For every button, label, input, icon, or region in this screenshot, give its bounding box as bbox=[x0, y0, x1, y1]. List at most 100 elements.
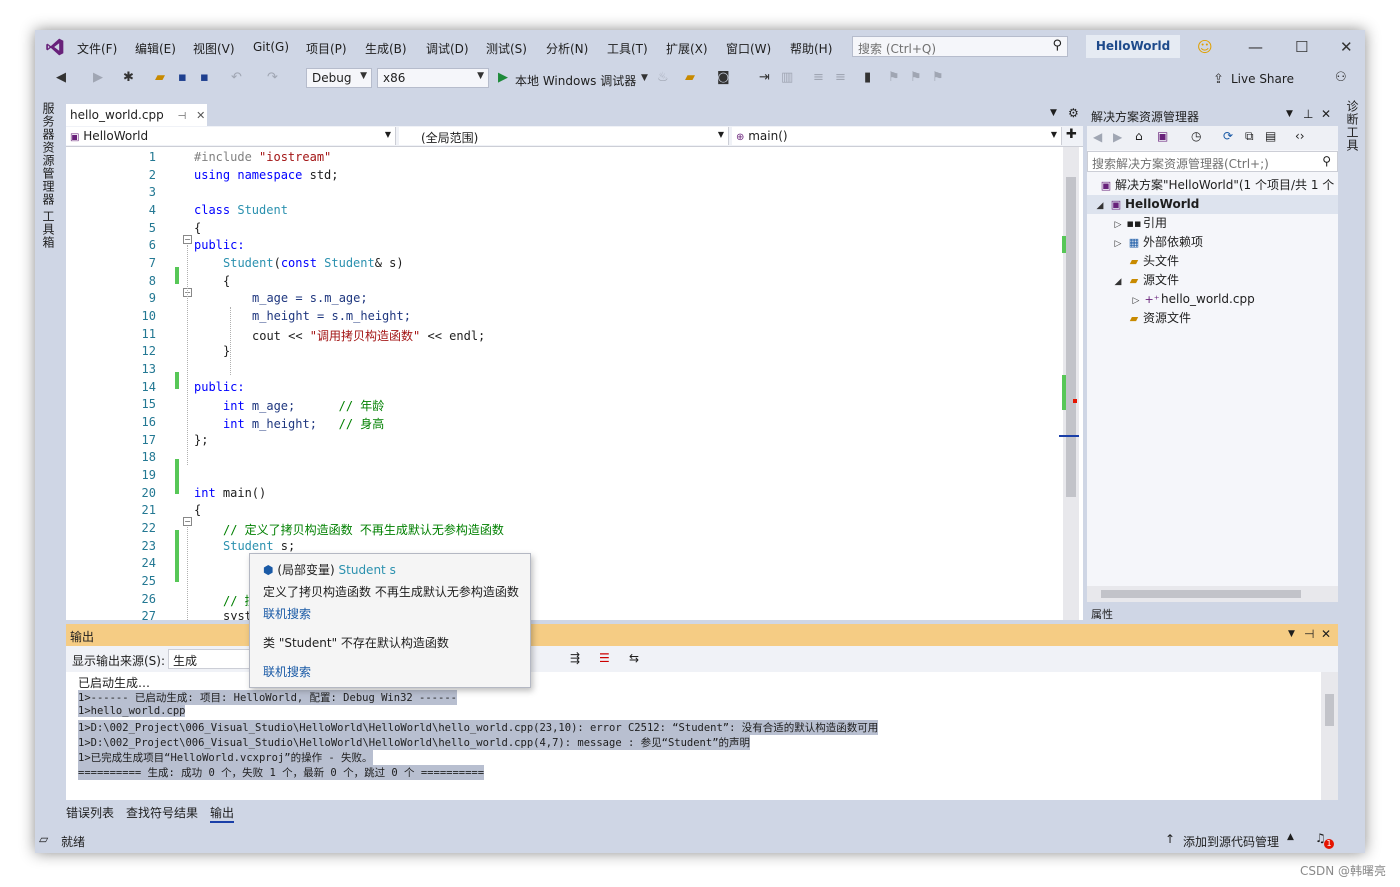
close-icon[interactable]: ✕ bbox=[1321, 107, 1331, 121]
open-file-icon[interactable]: ▰ bbox=[155, 70, 165, 85]
menu-window[interactable]: 窗口(W) bbox=[726, 40, 771, 57]
comment-icon[interactable]: ≡ bbox=[813, 70, 824, 85]
chevron-down-icon[interactable]: ▼ bbox=[1286, 109, 1293, 119]
close-button[interactable]: ✕ bbox=[1340, 38, 1353, 56]
collapse-all-icon[interactable]: ⧉ bbox=[1245, 129, 1254, 144]
tab-find-symbol[interactable]: 查找符号结果 bbox=[126, 804, 198, 821]
editor-scrollbar[interactable] bbox=[1059, 147, 1079, 620]
tree-resources[interactable]: ▰ 资源文件 bbox=[1125, 309, 1191, 328]
forward-icon[interactable]: ▶ bbox=[93, 70, 103, 85]
account-icon[interactable]: ⚇ bbox=[1335, 70, 1347, 85]
save-all-icon[interactable]: ▪ bbox=[200, 70, 209, 85]
menu-tools[interactable]: 工具(T) bbox=[607, 40, 648, 57]
tab-output[interactable]: 输出 bbox=[210, 804, 235, 823]
diagnostic-tools-tab[interactable]: 诊断工具 bbox=[1344, 100, 1361, 152]
collapse-icon[interactable]: − bbox=[183, 235, 192, 244]
tree-external-deps[interactable]: ▷ ▦ 外部依赖项 bbox=[1111, 233, 1203, 252]
add-to-source-control-button[interactable]: 添加到源代码管理 bbox=[1183, 833, 1279, 850]
server-explorer-tab[interactable]: 服务器资源管理器 bbox=[40, 102, 57, 206]
redo-icon[interactable]: ↷ bbox=[267, 70, 278, 85]
chevron-up-icon[interactable]: ▲ bbox=[1287, 832, 1294, 842]
configuration-select[interactable]: Debug ▼ bbox=[306, 68, 372, 88]
pin-icon[interactable]: ⊣ bbox=[1304, 627, 1314, 641]
back-icon[interactable]: ◀ bbox=[1093, 130, 1102, 144]
start-debug-icon[interactable]: ▶ bbox=[498, 70, 508, 85]
chevron-down-icon[interactable]: ▼ bbox=[1050, 108, 1057, 118]
menu-analyze[interactable]: 分析(N) bbox=[546, 40, 588, 57]
toggle-wrap-icon[interactable]: ⇆ bbox=[629, 651, 639, 665]
show-all-files-icon[interactable]: ▤ bbox=[1265, 129, 1276, 143]
feedback-icon[interactable]: ☺ bbox=[1197, 38, 1213, 56]
menu-build[interactable]: 生成(B) bbox=[365, 40, 407, 57]
menu-edit[interactable]: 编辑(E) bbox=[135, 40, 176, 57]
tab-error-list[interactable]: 错误列表 bbox=[66, 804, 114, 821]
output-text[interactable]: 已启动生成… 1>------ 已启动生成: 项目: HelloWorld, 配… bbox=[66, 672, 1338, 800]
tree-headers[interactable]: ▰ 头文件 bbox=[1125, 252, 1179, 271]
toolbox-tab[interactable]: 工具箱 bbox=[40, 210, 57, 249]
prev-bookmark-icon[interactable]: ⚑ bbox=[888, 70, 900, 85]
nav-scope-select[interactable]: (全局范围) ▼ bbox=[399, 127, 729, 145]
tree-solution[interactable]: ▣ 解决方案"HelloWorld"(1 个项目/共 1 个 bbox=[1097, 176, 1335, 195]
pin-icon[interactable]: ⊣ bbox=[178, 111, 187, 122]
tree-project[interactable]: ◢ ▣ HelloWorld bbox=[1087, 195, 1338, 214]
solution-hscrollbar[interactable] bbox=[1087, 586, 1338, 602]
share-icon[interactable]: ⇪ bbox=[1213, 72, 1224, 87]
uncomment-icon[interactable]: ≡ bbox=[835, 70, 846, 85]
chevron-down-icon[interactable]: ▼ bbox=[641, 73, 648, 83]
output-scrollbar[interactable] bbox=[1321, 672, 1338, 800]
chevron-down-icon[interactable]: ▼ bbox=[1288, 629, 1295, 639]
menu-file[interactable]: 文件(F) bbox=[77, 40, 117, 57]
minimize-button[interactable]: — bbox=[1248, 38, 1263, 56]
tree-source-file[interactable]: ▷ +⁺hello_world.cpp bbox=[1129, 290, 1255, 309]
scrollbar-thumb[interactable] bbox=[1101, 590, 1301, 598]
scrollbar-thumb[interactable] bbox=[1066, 177, 1076, 497]
start-debugger-button[interactable]: 本地 Windows 调试器 bbox=[515, 72, 636, 89]
forward-icon[interactable]: ▶ bbox=[1113, 130, 1122, 144]
tree-references[interactable]: ▷ ▪▪ 引用 bbox=[1111, 214, 1167, 233]
screenshot-icon[interactable]: ◙ bbox=[717, 70, 730, 85]
bookmark-icon[interactable]: ▮ bbox=[864, 70, 871, 85]
code-view-icon[interactable]: ‹› bbox=[1295, 129, 1305, 143]
live-share-button[interactable]: Live Share bbox=[1231, 72, 1294, 86]
menu-git[interactable]: Git(G) bbox=[253, 40, 289, 54]
save-icon[interactable]: ▪ bbox=[178, 70, 187, 85]
clear-all-icon[interactable]: ☰ bbox=[599, 651, 610, 665]
switch-view-icon[interactable]: ▣ bbox=[1157, 129, 1168, 143]
word-wrap-icon[interactable]: ⇶ bbox=[570, 651, 580, 665]
close-icon[interactable]: ✕ bbox=[1321, 627, 1331, 641]
menu-test[interactable]: 测试(S) bbox=[486, 40, 527, 57]
menu-view[interactable]: 视图(V) bbox=[193, 40, 235, 57]
nav-project-select[interactable]: ▣ HelloWorld ▼ bbox=[66, 127, 396, 145]
expanded-arrow-icon[interactable]: ◢ bbox=[1111, 273, 1125, 292]
search-input[interactable]: 搜索 (Ctrl+Q) ⚲ bbox=[852, 36, 1068, 57]
next-bookmark-icon[interactable]: ⚑ bbox=[910, 70, 922, 85]
platform-select[interactable]: x86 ▼ bbox=[377, 68, 489, 88]
collapsed-arrow-icon[interactable]: ▷ bbox=[1111, 235, 1125, 254]
maximize-button[interactable]: ☐ bbox=[1295, 38, 1308, 56]
back-icon[interactable]: ◀ bbox=[56, 70, 66, 85]
close-icon[interactable]: ✕ bbox=[196, 109, 205, 122]
menu-debug[interactable]: 调试(D) bbox=[426, 40, 469, 57]
nav-member-select[interactable]: ⊕ main() ▼ bbox=[732, 127, 1062, 145]
online-search-link[interactable]: 联机搜索 bbox=[263, 663, 311, 680]
scrollbar-thumb[interactable] bbox=[1325, 694, 1334, 726]
online-search-link[interactable]: 联机搜索 bbox=[263, 605, 311, 622]
solution-search-input[interactable]: 搜索解决方案资源管理器(Ctrl+;) ⚲ bbox=[1087, 151, 1338, 172]
tree-sources[interactable]: ◢ ▰ 源文件 bbox=[1111, 271, 1179, 290]
find-in-files-icon[interactable]: ▰ bbox=[685, 70, 695, 85]
refresh-icon[interactable]: ⟳ bbox=[1223, 129, 1233, 143]
home-icon[interactable]: ⌂ bbox=[1135, 129, 1143, 143]
undo-icon[interactable]: ↶ bbox=[231, 70, 242, 85]
gear-icon[interactable]: ⚙ bbox=[1068, 106, 1079, 120]
hot-reload-icon[interactable]: ♨ bbox=[657, 70, 669, 85]
new-project-icon[interactable]: ✱ bbox=[123, 70, 134, 85]
menu-project[interactable]: 项目(P) bbox=[306, 40, 347, 57]
code-editor[interactable]: 1 2 3 4 5 6 7 8 9 10 11 12 13 14 15 16 1… bbox=[66, 147, 1063, 620]
pin-icon[interactable]: ⊥ bbox=[1303, 107, 1313, 121]
clear-bookmark-icon[interactable]: ⚑ bbox=[932, 70, 944, 85]
collapse-icon[interactable]: − bbox=[183, 517, 192, 526]
history-icon[interactable]: ◷ bbox=[1191, 129, 1201, 143]
tab-hello-world-cpp[interactable]: hello_world.cpp ⊣ ✕ bbox=[66, 104, 207, 126]
layout-icon[interactable]: ▥ bbox=[781, 70, 793, 85]
menu-extensions[interactable]: 扩展(X) bbox=[666, 40, 708, 57]
